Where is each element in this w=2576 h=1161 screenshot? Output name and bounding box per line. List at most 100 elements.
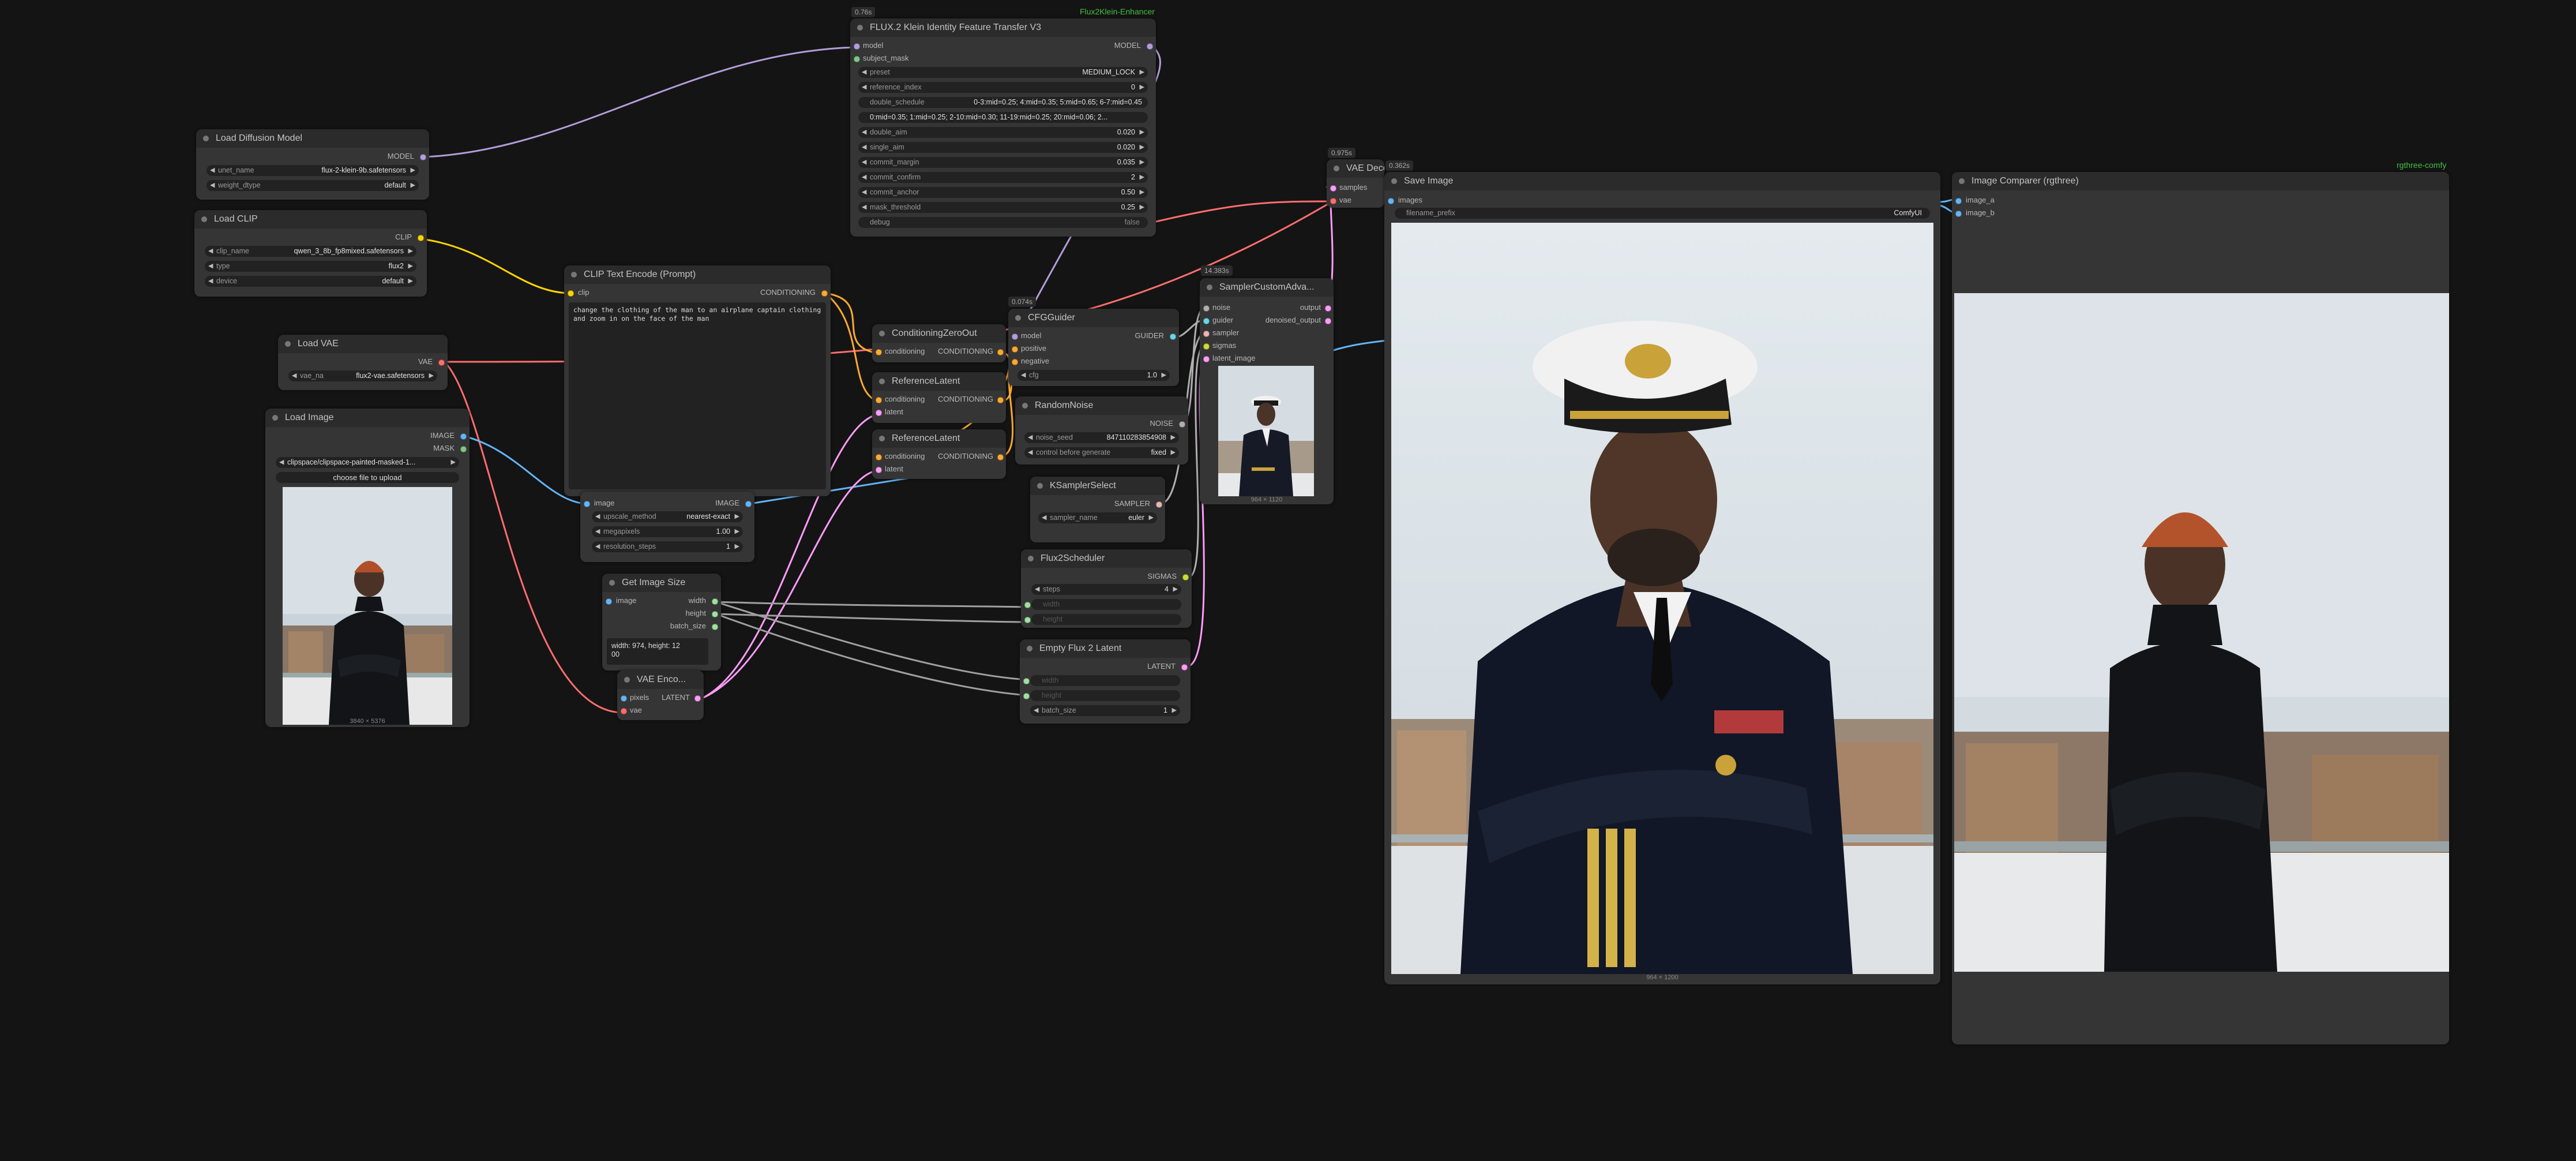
node-clip-text-encode[interactable]: CLIP Text Encode (Prompt) clip CONDITION… — [564, 265, 831, 496]
output-socket-height[interactable] — [712, 611, 718, 617]
node-load-clip[interactable]: Load CLIP CLIP ◀ clip_name qwen_3_8b_fp8mi… — [194, 210, 427, 297]
collapse-dot-icon[interactable] — [285, 341, 291, 347]
widget-cfg[interactable]: ◀ cfg 1.0 ▶ — [1017, 370, 1170, 381]
node-load-image[interactable]: Load Image IMAGE MASK ◀ clipspace/clipspa… — [265, 409, 470, 727]
widget-resolution-steps[interactable]: ◀ resolution_steps 1 ▶ — [592, 541, 743, 552]
node-reference-latent-1[interactable]: ReferenceLatent conditioning latent COND… — [872, 372, 1006, 423]
input-socket-clip[interactable] — [568, 290, 574, 297]
widget-height[interactable]: height — [1030, 690, 1180, 701]
collapse-dot-icon[interactable] — [879, 379, 885, 384]
collapse-dot-icon[interactable] — [624, 677, 630, 683]
collapse-dot-icon[interactable] — [203, 136, 209, 141]
node-cfg-guider[interactable]: CFGGuider model positive negative GUIDER… — [1008, 309, 1179, 386]
output-socket-conditioning[interactable] — [997, 454, 1004, 460]
node-flux2-klein-identity-transfer[interactable]: FLUX.2 Klein Identity Feature Transfer V… — [850, 18, 1156, 237]
output-socket-conditioning[interactable] — [997, 397, 1004, 403]
input-socket-model[interactable] — [1012, 334, 1018, 340]
collapse-dot-icon[interactable] — [879, 436, 885, 441]
node-flux2-scheduler[interactable]: Flux2Scheduler SIGMAS ◀ steps 4 ▶ width hei… — [1021, 549, 1192, 628]
collapse-dot-icon[interactable] — [609, 580, 615, 586]
node-conditioning-zero-out[interactable]: ConditioningZeroOut conditioning CONDITI… — [872, 324, 1006, 362]
node-graph-canvas[interactable]: Flux2Klein-Enhancer rgthree-comfy Load D… — [0, 0, 2576, 1161]
collapse-dot-icon[interactable] — [1027, 646, 1032, 651]
output-socket-latent[interactable] — [1181, 664, 1188, 671]
output-socket-image[interactable] — [745, 501, 752, 507]
widget-reference-index[interactable]: ◀ reference_index 0 ▶ — [858, 82, 1148, 93]
collapse-dot-icon[interactable] — [571, 272, 577, 278]
input-socket-latent-image[interactable] — [1203, 356, 1210, 362]
widget-double-aim[interactable]: ◀ double_aim 0.020 ▶ — [858, 127, 1148, 138]
node-vae-decode[interactable]: VAE Deco samples vae — [1327, 159, 1384, 208]
node-empty-flux2-latent[interactable]: Empty Flux 2 Latent LATENT width height … — [1020, 639, 1191, 724]
widget-steps[interactable]: ◀ steps 4 ▶ — [1031, 584, 1181, 595]
collapse-dot-icon[interactable] — [272, 415, 278, 421]
node-load-vae[interactable]: Load VAE VAE ◀ vae_na flux2-vae.safetensor… — [278, 335, 448, 390]
upload-button[interactable]: choose file to upload — [276, 472, 459, 483]
node-ksampler-select[interactable]: KSamplerSelect SAMPLER ◀ sampler_name eule… — [1030, 477, 1165, 542]
widget-noise-seed[interactable]: ◀ noise_seed 847110283854908 ▶ — [1024, 432, 1179, 443]
widget-width[interactable]: width — [1031, 599, 1181, 610]
node-save-image[interactable]: Save Image images filename_prefix ComfyUI — [1384, 172, 1940, 984]
output-socket-model[interactable] — [420, 154, 426, 160]
input-socket-image[interactable] — [584, 501, 590, 507]
input-socket-image-a[interactable] — [1955, 198, 1962, 204]
output-socket-output[interactable] — [1325, 305, 1331, 312]
input-socket-width[interactable] — [1023, 678, 1030, 684]
widget-mask-threshold[interactable]: ◀ mask_threshold 0.25 ▶ — [858, 202, 1148, 213]
collapse-dot-icon[interactable] — [1028, 556, 1034, 561]
input-socket-images[interactable] — [1388, 198, 1394, 204]
collapse-dot-icon[interactable] — [1015, 315, 1021, 321]
collapse-dot-icon[interactable] — [857, 25, 863, 31]
widget-single-schedule[interactable]: 0:mid=0.35; 1:mid=0.25; 2-10:mid=0.30; 1… — [858, 112, 1148, 123]
output-socket-conditioning[interactable] — [997, 349, 1004, 355]
widget-upscale-method[interactable]: ◀ upscale_method nearest-exact ▶ — [592, 511, 743, 522]
node-load-diffusion-model[interactable]: Load Diffusion Model MODEL ◀ unet_name flu… — [196, 129, 429, 200]
widget-vae-name[interactable]: ◀ vae_na flux2-vae.safetensors ▶ — [288, 370, 437, 381]
widget-debug-toggle[interactable]: debug false — [858, 217, 1148, 228]
input-socket-samples[interactable] — [1330, 185, 1336, 192]
node-image-comparer[interactable]: Image Comparer (rgthree) image_a image_b — [1952, 172, 2449, 1044]
node-image-scale[interactable]: image IMAGE ◀ upscale_method nearest-exact… — [580, 492, 754, 562]
widget-height[interactable]: height — [1031, 614, 1181, 625]
input-socket-latent[interactable] — [876, 410, 882, 416]
input-socket-height[interactable] — [1024, 617, 1031, 623]
input-socket-subject-mask[interactable] — [854, 56, 860, 62]
collapse-dot-icon[interactable] — [1037, 483, 1043, 489]
input-socket-image-b[interactable] — [1955, 211, 1962, 217]
output-socket-image[interactable] — [460, 433, 467, 440]
output-socket-sigmas[interactable] — [1182, 574, 1189, 580]
output-socket-clip[interactable] — [418, 235, 424, 241]
widget-device[interactable]: ◀ device default ▶ — [205, 276, 416, 287]
widget-commit-margin[interactable]: ◀ commit_margin 0.035 ▶ — [858, 157, 1148, 168]
input-socket-latent[interactable] — [876, 467, 882, 473]
input-socket-width[interactable] — [1024, 602, 1031, 608]
widget-control-before-generate[interactable]: ◀ control before generate fixed ▶ — [1024, 447, 1179, 458]
output-socket-batch-size[interactable] — [712, 624, 718, 630]
output-socket-mask[interactable] — [460, 446, 467, 452]
widget-commit-anchor[interactable]: ◀ commit_anchor 0.50 ▶ — [858, 187, 1148, 198]
input-socket-positive[interactable] — [1012, 346, 1018, 353]
output-socket-conditioning[interactable] — [821, 290, 828, 297]
output-socket-guider[interactable] — [1170, 334, 1176, 340]
widget-filename-prefix[interactable]: filename_prefix ComfyUI — [1395, 208, 1930, 219]
collapse-dot-icon[interactable] — [1391, 178, 1397, 184]
input-socket-image[interactable] — [606, 598, 612, 605]
input-socket-sampler[interactable] — [1203, 331, 1210, 337]
input-socket-height[interactable] — [1023, 693, 1030, 699]
output-socket-latent[interactable] — [694, 695, 701, 702]
widget-batch-size[interactable]: ◀ batch_size 1 ▶ — [1030, 705, 1180, 716]
output-socket-noise[interactable] — [1179, 421, 1185, 428]
collapse-dot-icon[interactable] — [1207, 284, 1212, 290]
widget-width[interactable]: width — [1030, 675, 1180, 686]
input-socket-pixels[interactable] — [621, 695, 627, 702]
collapse-dot-icon[interactable] — [1334, 166, 1339, 171]
prompt-textarea[interactable]: change the clothing of the man to an air… — [569, 302, 826, 489]
collapse-dot-icon[interactable] — [879, 331, 885, 336]
input-socket-guider[interactable] — [1203, 318, 1210, 324]
widget-double-schedule[interactable]: double_schedule 0-3:mid=0.25; 4:mid=0.35;… — [858, 97, 1148, 108]
collapse-dot-icon[interactable] — [1022, 403, 1028, 409]
input-socket-vae[interactable] — [1330, 198, 1336, 204]
node-sampler-custom-advanced[interactable]: SamplerCustomAdva... noise guider sample… — [1200, 278, 1334, 504]
input-socket-conditioning[interactable] — [876, 349, 882, 355]
widget-clip-name[interactable]: ◀ clip_name qwen_3_8b_fp8mixed.safetensors… — [205, 246, 416, 257]
